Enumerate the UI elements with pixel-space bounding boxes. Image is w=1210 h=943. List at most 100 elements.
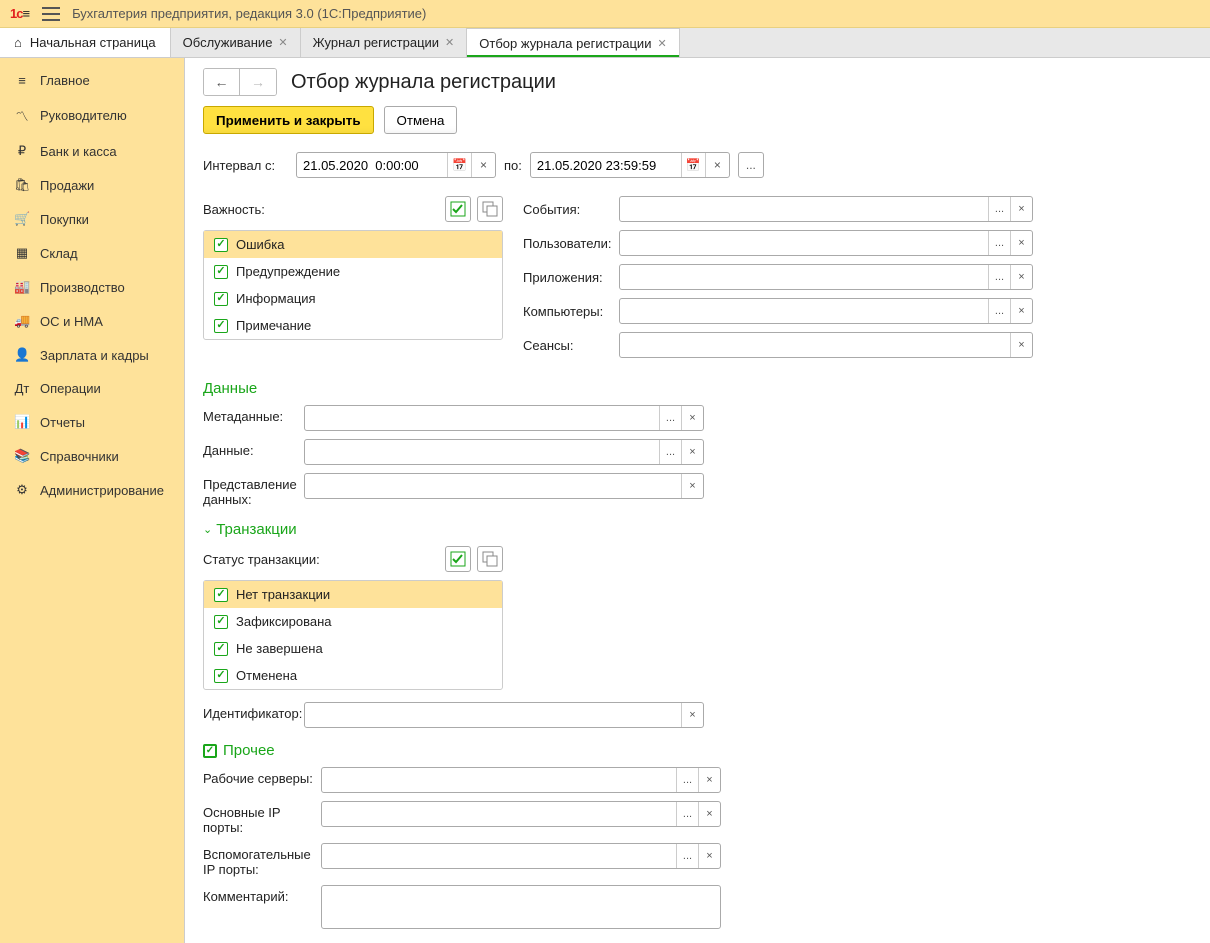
select-icon[interactable]: ...	[988, 265, 1010, 289]
field-input[interactable]: ×	[304, 473, 704, 499]
checkbox-icon[interactable]	[214, 265, 228, 279]
calendar-icon[interactable]: 📅	[681, 153, 705, 177]
select-icon[interactable]: ...	[676, 802, 698, 826]
checkbox-icon[interactable]	[214, 615, 228, 629]
sidebar-item[interactable]: 🏭Производство	[0, 270, 184, 304]
chevron-down-icon: ⌄	[203, 523, 212, 536]
sidebar-item[interactable]: ≡Главное	[0, 64, 184, 97]
tab[interactable]: Журнал регистрации✕	[301, 28, 468, 57]
interval-to[interactable]: 📅 ×	[530, 152, 730, 178]
field-input[interactable]: ...×	[321, 843, 721, 869]
close-icon[interactable]: ✕	[657, 37, 666, 50]
uncheck-all-icon[interactable]	[477, 546, 503, 572]
list-item[interactable]: Предупреждение	[204, 258, 502, 285]
section-other[interactable]: Прочее	[203, 742, 1192, 759]
select-icon[interactable]: ...	[676, 768, 698, 792]
clear-icon[interactable]: ×	[705, 153, 729, 177]
field-input[interactable]: ...×	[304, 405, 704, 431]
field-input[interactable]: ...×	[321, 801, 721, 827]
checkbox-icon[interactable]	[214, 319, 228, 333]
list-item[interactable]: Не завершена	[204, 635, 502, 662]
checkbox-icon[interactable]	[214, 642, 228, 656]
sidebar-item[interactable]: 👤Зарплата и кадры	[0, 338, 184, 372]
interval-more[interactable]: ...	[738, 152, 764, 178]
checkbox-icon[interactable]	[203, 744, 217, 758]
apply-button[interactable]: Применить и закрыть	[203, 106, 374, 134]
uncheck-all-icon[interactable]	[477, 196, 503, 222]
interval-from-input[interactable]	[297, 158, 447, 173]
field-input[interactable]: ...×	[321, 767, 721, 793]
sidebar-item[interactable]: 〽Руководителю	[0, 97, 184, 134]
clear-icon[interactable]: ×	[698, 844, 720, 868]
sidebar-item[interactable]: ДтОперации	[0, 372, 184, 405]
select-icon[interactable]: ...	[676, 844, 698, 868]
clear-icon[interactable]: ×	[1010, 231, 1032, 255]
select-icon[interactable]: ...	[988, 299, 1010, 323]
sidebar-item[interactable]: ₽Банк и касса	[0, 134, 184, 168]
checkbox-icon[interactable]	[214, 292, 228, 306]
sidebar-icon: 📚	[14, 448, 30, 464]
select-icon[interactable]: ...	[659, 440, 681, 464]
checkbox-icon[interactable]	[214, 588, 228, 602]
clear-icon[interactable]: ×	[681, 703, 703, 727]
checkbox-icon[interactable]	[214, 238, 228, 252]
interval-from[interactable]: 📅 ×	[296, 152, 496, 178]
list-item[interactable]: Нет транзакции	[204, 581, 502, 608]
checkbox-icon[interactable]	[214, 669, 228, 683]
item-label: Нет транзакции	[236, 587, 330, 602]
sidebar-item[interactable]: 🛒Покупки	[0, 202, 184, 236]
item-label: Примечание	[236, 318, 311, 333]
list-item[interactable]: Зафиксирована	[204, 608, 502, 635]
list-item[interactable]: Ошибка	[204, 231, 502, 258]
list-item[interactable]: Отменена	[204, 662, 502, 689]
close-icon[interactable]: ✕	[278, 36, 287, 49]
clear-icon[interactable]: ×	[471, 153, 495, 177]
clear-icon[interactable]: ×	[1010, 333, 1032, 357]
sidebar-item[interactable]: 📚Справочники	[0, 439, 184, 473]
calendar-icon[interactable]: 📅	[447, 153, 471, 177]
identifier-input[interactable]: ×	[304, 702, 704, 728]
list-item[interactable]: Информация	[204, 285, 502, 312]
tab-home[interactable]: ⌂ Начальная страница	[0, 28, 171, 57]
field-input[interactable]: ...×	[619, 298, 1033, 324]
nav-back[interactable]: ←	[204, 69, 240, 95]
sidebar-item[interactable]: 🛍Продажи	[0, 168, 184, 202]
field-label: Основные IP порты:	[203, 801, 315, 835]
clear-icon[interactable]: ×	[698, 768, 720, 792]
clear-icon[interactable]: ×	[681, 440, 703, 464]
hamburger-icon[interactable]	[42, 7, 60, 21]
field-input[interactable]: ...×	[619, 196, 1033, 222]
clear-icon[interactable]: ×	[1010, 197, 1032, 221]
comment-input[interactable]	[321, 885, 721, 929]
tab[interactable]: Отбор журнала регистрации✕	[467, 28, 679, 57]
select-icon[interactable]: ...	[659, 406, 681, 430]
interval-label: Интервал с:	[203, 158, 288, 173]
sidebar-item[interactable]: 📊Отчеты	[0, 405, 184, 439]
check-all-icon[interactable]	[445, 546, 471, 572]
nav-forward[interactable]: →	[240, 69, 276, 95]
check-all-icon[interactable]	[445, 196, 471, 222]
select-icon[interactable]: ...	[988, 231, 1010, 255]
sidebar-label: ОС и НМА	[40, 314, 103, 329]
sidebar-item[interactable]: ▦Склад	[0, 236, 184, 270]
sidebar-item[interactable]: ⚙Администрирование	[0, 473, 184, 507]
clear-icon[interactable]: ×	[681, 406, 703, 430]
select-icon[interactable]: ...	[988, 197, 1010, 221]
clear-icon[interactable]: ×	[1010, 299, 1032, 323]
clear-icon[interactable]: ×	[1010, 265, 1032, 289]
clear-icon[interactable]: ×	[681, 474, 703, 498]
interval-to-input[interactable]	[531, 158, 681, 173]
field-input[interactable]: ×	[619, 332, 1033, 358]
field-input[interactable]: ...×	[619, 264, 1033, 290]
home-icon: ⌂	[14, 35, 22, 50]
list-item[interactable]: Примечание	[204, 312, 502, 339]
field-label: События:	[523, 202, 613, 217]
field-input[interactable]: ...×	[619, 230, 1033, 256]
close-icon[interactable]: ✕	[445, 36, 454, 49]
clear-icon[interactable]: ×	[698, 802, 720, 826]
field-input[interactable]: ...×	[304, 439, 704, 465]
tab[interactable]: Обслуживание✕	[171, 28, 301, 57]
cancel-button[interactable]: Отмена	[384, 106, 458, 134]
section-transactions[interactable]: ⌄Транзакции	[203, 521, 1192, 538]
sidebar-item[interactable]: 🚚ОС и НМА	[0, 304, 184, 338]
